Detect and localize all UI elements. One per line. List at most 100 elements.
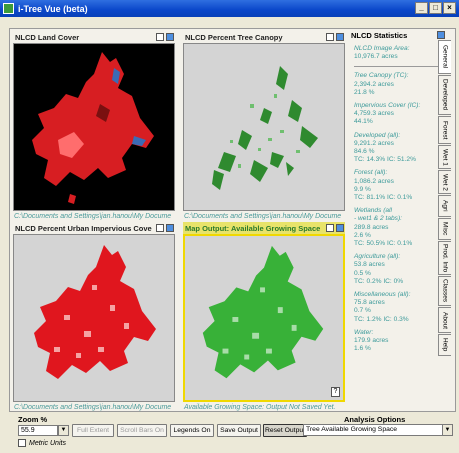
- app-icon: [3, 3, 14, 14]
- stat-value: 9,291.2 acres: [354, 139, 394, 147]
- metric-units-option[interactable]: Metric Units: [18, 439, 66, 447]
- panel-caption: C:\Documents and Settings\jan.hanou\My D…: [14, 404, 172, 411]
- stat-impervious: Impervious Cover (IC): 4,759.3 acres 44.…: [354, 102, 443, 127]
- impervious-map[interactable]: [13, 234, 175, 402]
- full-extent-button[interactable]: Full Extent: [72, 424, 114, 437]
- stat-image-area: NLCD Image Area: 10,976.7 acres: [354, 45, 443, 61]
- land-cover-panel: NLCD Land Cover C:\Documents and Setting…: [13, 31, 175, 222]
- metric-units-label: Metric Units: [29, 439, 66, 447]
- stat-value: 75.8 acres: [354, 299, 385, 307]
- map-output-map[interactable]: ?: [183, 234, 345, 402]
- vertical-tabs: General Developed Forest Wet 1 Wet 2 Agr…: [438, 40, 451, 357]
- tab-misc[interactable]: Misc: [438, 218, 451, 240]
- zoom-input[interactable]: 55.9: [18, 425, 58, 436]
- tab-wet-2[interactable]: Wet 2: [438, 170, 451, 194]
- tab-prod-info[interactable]: Prod. Info: [438, 241, 451, 275]
- window-controls: _ □ ×: [415, 2, 456, 14]
- work-area: NLCD Land Cover C:\Documents and Setting…: [9, 28, 456, 412]
- stat-value: 21.8 %: [354, 88, 375, 96]
- tab-classes[interactable]: Classes: [438, 276, 451, 306]
- title-bar: i-Tree Vue (beta) _ □ ×: [0, 0, 459, 17]
- tab-developed[interactable]: Developed: [438, 75, 451, 115]
- nlcd-statistics-panel: NLCD Statistics NLCD Image Area: 10,976.…: [349, 29, 447, 413]
- panel-caption: C:\Documents and Settings\jan.hanou\My D…: [14, 213, 172, 220]
- land-cover-map[interactable]: [13, 43, 175, 211]
- info-icon[interactable]: ?: [331, 387, 340, 397]
- land-cover-header: NLCD Land Cover: [13, 31, 175, 43]
- stat-value: TC: 1.2% IC: 0.3%: [354, 315, 409, 323]
- chevron-down-icon[interactable]: ▼: [442, 425, 452, 435]
- tab-wet-1[interactable]: Wet 1: [438, 145, 451, 169]
- tab-agri[interactable]: Agri: [438, 195, 451, 217]
- bottom-controls: Zoom % 55.9 ▼ Full Extent Scroll Bars On…: [14, 413, 454, 451]
- stat-label: Water:: [354, 328, 374, 336]
- stat-value: 2,394.2 acres: [354, 80, 394, 88]
- stat-value: 10,976.7 acres: [354, 53, 398, 61]
- stat-developed: Developed (all): 9,291.2 acres 84.6 % TC…: [354, 132, 443, 165]
- panel-title: NLCD Land Cover: [15, 32, 80, 42]
- stat-value: TC: 50.5% IC: 0.1%: [354, 240, 413, 248]
- stat-value: 53.8 acres: [354, 261, 385, 269]
- scroll-bars-button[interactable]: Scroll Bars On: [117, 424, 167, 437]
- stat-value: TC: 81.1% IC: 0.1%: [354, 194, 413, 202]
- copy-icon[interactable]: [326, 224, 334, 232]
- tree-canopy-header: NLCD Percent Tree Canopy: [183, 31, 345, 43]
- tree-canopy-map[interactable]: [183, 43, 345, 211]
- open-icon[interactable]: [166, 224, 174, 232]
- tab-forest[interactable]: Forest: [438, 116, 451, 144]
- stat-value: 1.6 %: [354, 345, 371, 353]
- copy-icon[interactable]: [156, 224, 164, 232]
- stat-value: TC: 0.2% IC: 0%: [354, 277, 404, 285]
- map-output-header: Map Output: Available Growing Space: [183, 222, 345, 234]
- open-icon[interactable]: [336, 33, 344, 41]
- stat-value: 0.5 %: [354, 269, 371, 277]
- impervious-panel: NLCD Percent Urban Impervious Cove C:\Do…: [13, 222, 175, 413]
- panel-caption: Available Growing Space: Output Not Save…: [184, 404, 336, 411]
- stat-water: Water: 179.9 acres 1.6 %: [354, 329, 443, 354]
- tab-help[interactable]: Help: [438, 334, 451, 356]
- stat-label: Forest (all):: [354, 169, 388, 177]
- panel-caption: C:\Documents and Settings\jan.hanou\My D…: [184, 213, 342, 220]
- minimize-button[interactable]: _: [415, 2, 428, 14]
- stat-agriculture: Agriculture (all): 53.8 acres 0.5 % TC: …: [354, 253, 443, 286]
- close-button[interactable]: ×: [443, 2, 456, 14]
- open-icon[interactable]: [166, 33, 174, 41]
- stat-tree-canopy: Tree Canopy (TC): 2,394.2 acres 21.8 %: [354, 72, 443, 97]
- copy-icon[interactable]: [326, 33, 334, 41]
- copy-icon[interactable]: [156, 33, 164, 41]
- map-output-panel: Map Output: Available Growing Space ? Av…: [183, 222, 345, 413]
- metric-units-checkbox[interactable]: [18, 439, 26, 447]
- legends-button[interactable]: Legends On: [170, 424, 214, 437]
- stats-body: NLCD Image Area: 10,976.7 acres Tree Can…: [349, 41, 447, 354]
- save-output-button[interactable]: Save Output: [217, 424, 261, 437]
- help-icon[interactable]: [437, 31, 445, 39]
- chevron-down-icon[interactable]: ▼: [58, 425, 69, 436]
- stat-wetlands: Wetlands (all - wet1 & 2 tabs): 289.8 ac…: [354, 207, 443, 248]
- window-title: i-Tree Vue (beta): [18, 3, 88, 14]
- stat-value: 289.8 acres: [354, 223, 389, 231]
- stats-title: NLCD Statistics: [351, 30, 408, 40]
- stat-value: TC: 14.3% IC: 51.2%: [354, 156, 416, 164]
- open-icon[interactable]: [336, 224, 344, 232]
- stat-label: Tree Canopy (TC):: [354, 72, 409, 80]
- stat-label: Agriculture (all):: [354, 253, 401, 261]
- stat-label: Wetlands (all: [354, 207, 392, 215]
- divider: [354, 66, 443, 68]
- tab-about[interactable]: About: [438, 307, 451, 333]
- reset-output-button[interactable]: Reset Output: [263, 424, 307, 437]
- maximize-button[interactable]: □: [429, 2, 442, 14]
- impervious-header: NLCD Percent Urban Impervious Cove: [13, 222, 175, 234]
- stat-value: 84.6 %: [354, 148, 375, 156]
- panel-title: NLCD Percent Tree Canopy: [185, 32, 283, 42]
- stat-forest: Forest (all): 1,086.2 acres 9.9 % TC: 81…: [354, 169, 443, 202]
- panel-title: NLCD Percent Urban Impervious Cove: [15, 223, 152, 233]
- stat-label: Impervious Cover (IC):: [354, 102, 421, 110]
- stats-header: NLCD Statistics: [349, 29, 447, 41]
- stat-value: 9.9 %: [354, 185, 371, 193]
- analysis-selected-value: Tree Available Growing Space: [306, 426, 398, 433]
- stat-value: 2.6 %: [354, 231, 371, 239]
- stat-value: 4,759.3 acres: [354, 110, 394, 118]
- tab-general[interactable]: General: [438, 40, 451, 74]
- stat-value: 179.9 acres: [354, 337, 389, 345]
- analysis-options-select[interactable]: Tree Available Growing Space ▼: [303, 424, 453, 436]
